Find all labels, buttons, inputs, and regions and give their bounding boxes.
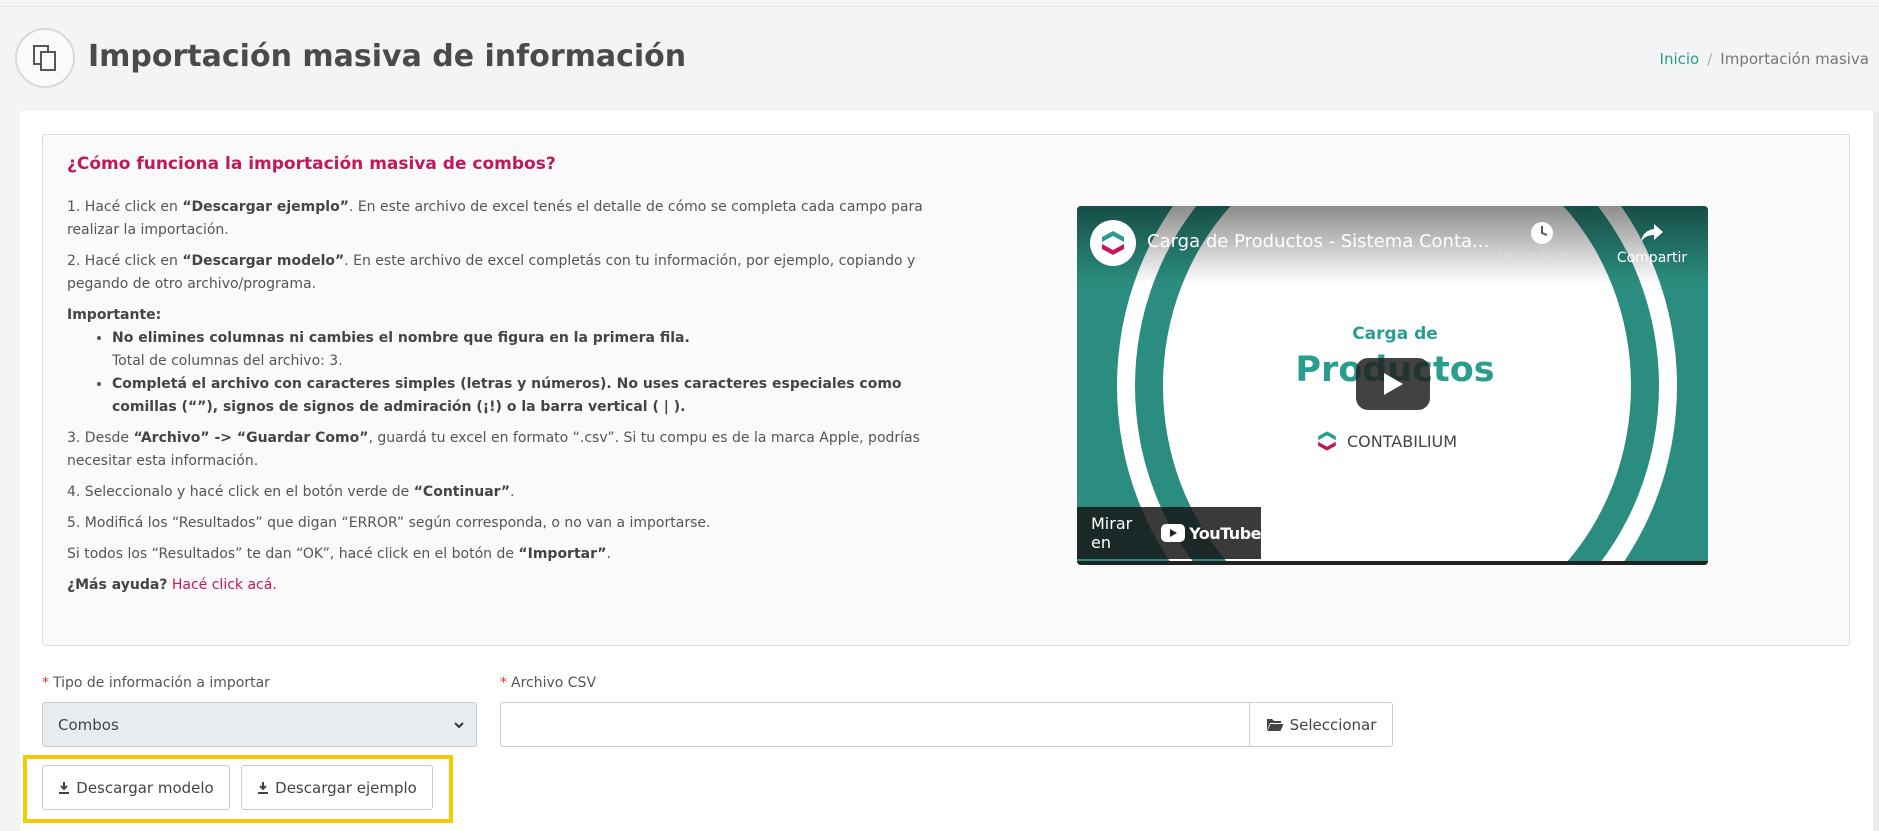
breadcrumb-separator: / xyxy=(1707,50,1713,68)
share-label: Compartir xyxy=(1616,250,1688,266)
import-type-select[interactable]: Combos xyxy=(42,702,477,747)
instructions-text: 1. Hacé click en “Descargar ejemplo”. En… xyxy=(67,196,937,605)
important-label: Importante: xyxy=(67,307,162,323)
thumbnail-line-1: Carga de xyxy=(1352,324,1438,344)
download-model-label: Descargar modelo xyxy=(76,778,214,797)
chevron-down-icon xyxy=(454,722,464,729)
breadcrumb-home-link[interactable]: Inicio xyxy=(1660,50,1700,68)
folder-open-icon xyxy=(1266,719,1284,731)
important-item: Completá el archivo con caracteres simpl… xyxy=(112,373,937,419)
import-type-value: Combos xyxy=(58,715,119,734)
watch-on-label: Mirar en xyxy=(1091,514,1133,552)
type-field-label: * Tipo de información a importar xyxy=(42,675,270,691)
step-2: 2. Hacé click en “Descargar modelo”. En … xyxy=(67,253,916,292)
csv-file-input[interactable] xyxy=(500,702,1250,747)
instructions-panel: ¿Cómo funciona la importación masiva de … xyxy=(42,134,1850,646)
contabilium-logo-icon xyxy=(1318,431,1336,451)
video-progress-bar xyxy=(1077,561,1708,565)
download-model-button[interactable]: Descargar modelo xyxy=(42,765,230,810)
play-icon xyxy=(1384,373,1403,395)
instructions-title: ¿Cómo funciona la importación masiva de … xyxy=(67,154,556,174)
breadcrumb-current: Importación masiva xyxy=(1720,50,1869,68)
select-file-label: Seleccionar xyxy=(1289,715,1377,734)
important-list: No elimines columnas ni cambies el nombr… xyxy=(88,327,937,419)
watch-later-label: Ver más ta... xyxy=(1497,250,1587,266)
step-5: 5. Modificá los “Resultados” que digan “… xyxy=(67,515,711,531)
required-mark: * xyxy=(42,675,49,691)
download-icon xyxy=(258,782,269,794)
help-line: ¿Más ayuda? Hacé click acá. xyxy=(67,577,277,593)
play-button[interactable] xyxy=(1356,358,1430,410)
channel-avatar[interactable] xyxy=(1090,220,1136,266)
watch-later-button[interactable]: Ver más ta... xyxy=(1497,220,1587,266)
select-file-button[interactable]: Seleccionar xyxy=(1249,702,1393,747)
ok-note: Si todos los “Resultados” te dan “OK”, h… xyxy=(67,546,611,562)
page-header: Importación masiva de información Inicio… xyxy=(0,22,1879,98)
youtube-icon xyxy=(1161,524,1186,542)
share-icon xyxy=(1641,224,1663,242)
copy-icon xyxy=(15,28,75,88)
video-title[interactable]: Carga de Productos - Sistema Conta... xyxy=(1147,231,1489,252)
youtube-logo: YouTube xyxy=(1161,524,1261,543)
step-1: 1. Hacé click en “Descargar ejemplo”. En… xyxy=(67,199,923,238)
contabilium-logo-icon xyxy=(1102,231,1124,255)
clock-icon xyxy=(1531,222,1553,244)
breadcrumb: Inicio / Importación masiva xyxy=(1660,50,1869,68)
step-4: 4. Seleccionalo y hacé click en el botón… xyxy=(67,484,515,500)
top-divider xyxy=(0,6,1879,7)
video-player[interactable]: Carga de Productos - Sistema Conta... Ve… xyxy=(1077,206,1708,565)
download-icon xyxy=(59,782,70,794)
watch-on-youtube-button[interactable]: Mirar en YouTube xyxy=(1077,507,1261,559)
required-mark: * xyxy=(500,675,507,691)
share-button[interactable]: Compartir xyxy=(1612,220,1692,266)
download-example-button[interactable]: Descargar ejemplo xyxy=(241,765,433,810)
brand-name: CONTABILIUM xyxy=(1347,431,1458,451)
help-link[interactable]: Hacé click acá. xyxy=(172,577,277,593)
scrollbar-track[interactable] xyxy=(1873,111,1879,831)
page-title: Importación masiva de información xyxy=(88,39,687,74)
step-3: 3. Desde “Archivo” -> “Guardar Como”, gu… xyxy=(67,430,920,469)
download-example-label: Descargar ejemplo xyxy=(275,778,417,797)
thumbnail-brand: CONTABILIUM xyxy=(1315,428,1457,454)
csv-field-label: * Archivo CSV xyxy=(500,675,597,691)
youtube-wordmark: YouTube xyxy=(1189,523,1261,543)
important-item: No elimines columnas ni cambies el nombr… xyxy=(112,327,937,373)
